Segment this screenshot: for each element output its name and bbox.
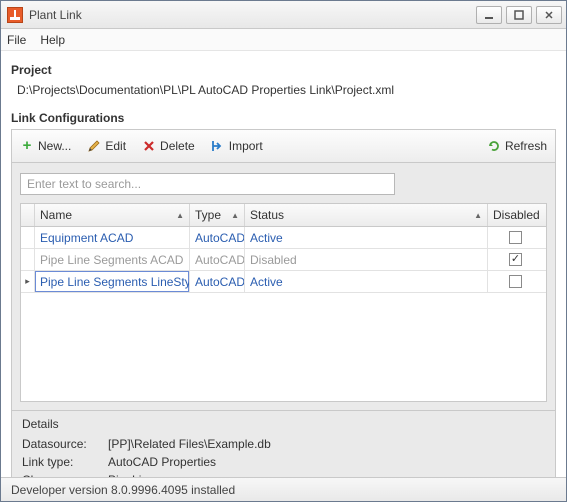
cell-name: Pipe Line Segments LineStyles [35,271,190,292]
config-table: Name ▲ Type ▲ Status ▲ Disabled [20,203,547,402]
toolbar: + New... Edit Delete Import Refre [11,129,556,163]
minimize-button[interactable] [476,6,502,24]
maximize-button[interactable] [506,6,532,24]
refresh-label: Refresh [505,139,547,153]
grid-panel: Enter text to search... Name ▲ Type ▲ St… [11,163,556,411]
menu-file[interactable]: File [7,33,26,47]
app-icon [7,7,23,23]
cell-name: Equipment ACAD [35,227,190,248]
import-label: Import [229,139,263,153]
row-indicator [21,249,35,270]
cell-status: Disabled [245,249,488,270]
sort-asc-icon: ▲ [474,211,482,220]
menubar: File Help [1,29,566,51]
refresh-icon [487,139,501,153]
cell-type: AutoCAD [190,227,245,248]
cell-disabled[interactable] [488,271,543,292]
statusbar: Developer version 8.0.9996.4095 installe… [1,477,566,501]
search-placeholder: Enter text to search... [27,177,141,191]
pencil-icon [87,139,101,153]
edit-label: Edit [105,139,126,153]
checkbox-icon[interactable] [509,231,522,244]
cell-status: Active [245,227,488,248]
linktype-value: AutoCAD Properties [108,455,216,469]
sort-asc-icon: ▲ [176,211,184,220]
import-icon [211,139,225,153]
delete-x-icon [142,139,156,153]
project-label: Project [11,63,556,77]
delete-label: Delete [160,139,195,153]
sort-asc-icon: ▲ [231,211,239,220]
status-text: Developer version 8.0.9996.4095 installe… [11,483,235,497]
close-button[interactable] [536,6,562,24]
table-body: Equipment ACAD AutoCAD Active Pipe Line … [21,227,546,401]
cell-type: AutoCAD [190,271,245,292]
datasource-label: Datasource: [22,437,100,451]
new-button[interactable]: + New... [18,137,73,155]
column-name[interactable]: Name ▲ [35,204,190,226]
new-label: New... [38,139,71,153]
link-configurations-label: Link Configurations [11,111,556,125]
edit-button[interactable]: Edit [85,137,128,155]
cell-disabled[interactable] [488,249,543,270]
cell-status: Active [245,271,488,292]
checkbox-icon[interactable] [509,275,522,288]
row-indicator [21,227,35,248]
details-label: Details [22,417,545,431]
checkbox-checked-icon[interactable] [509,253,522,266]
datasource-value: [PP]\Related Files\Example.db [108,437,271,451]
column-status[interactable]: Status ▲ [245,204,488,226]
cell-name: Pipe Line Segments ACAD [35,249,190,270]
table-row-selected[interactable]: ▸ Pipe Line Segments LineStyles AutoCAD … [21,271,546,293]
refresh-button[interactable]: Refresh [485,137,549,155]
menu-help[interactable]: Help [40,33,65,47]
column-type[interactable]: Type ▲ [190,204,245,226]
table-row[interactable]: Equipment ACAD AutoCAD Active [21,227,546,249]
table-empty-area [21,293,546,401]
linktype-label: Link type: [22,455,100,469]
cell-type: AutoCAD [190,249,245,270]
row-indicator-current-icon: ▸ [21,271,35,292]
window-title: Plant Link [29,8,476,22]
cell-disabled[interactable] [488,227,543,248]
plus-icon: + [20,139,34,153]
titlebar: Plant Link [1,1,566,29]
row-indicator-header [21,204,35,226]
table-row[interactable]: Pipe Line Segments ACAD AutoCAD Disabled [21,249,546,271]
delete-button[interactable]: Delete [140,137,197,155]
import-button[interactable]: Import [209,137,265,155]
column-disabled[interactable]: Disabled [488,204,543,226]
table-header: Name ▲ Type ▲ Status ▲ Disabled [21,204,546,227]
project-path: D:\Projects\Documentation\PL\PL AutoCAD … [11,81,556,105]
search-input[interactable]: Enter text to search... [20,173,395,195]
